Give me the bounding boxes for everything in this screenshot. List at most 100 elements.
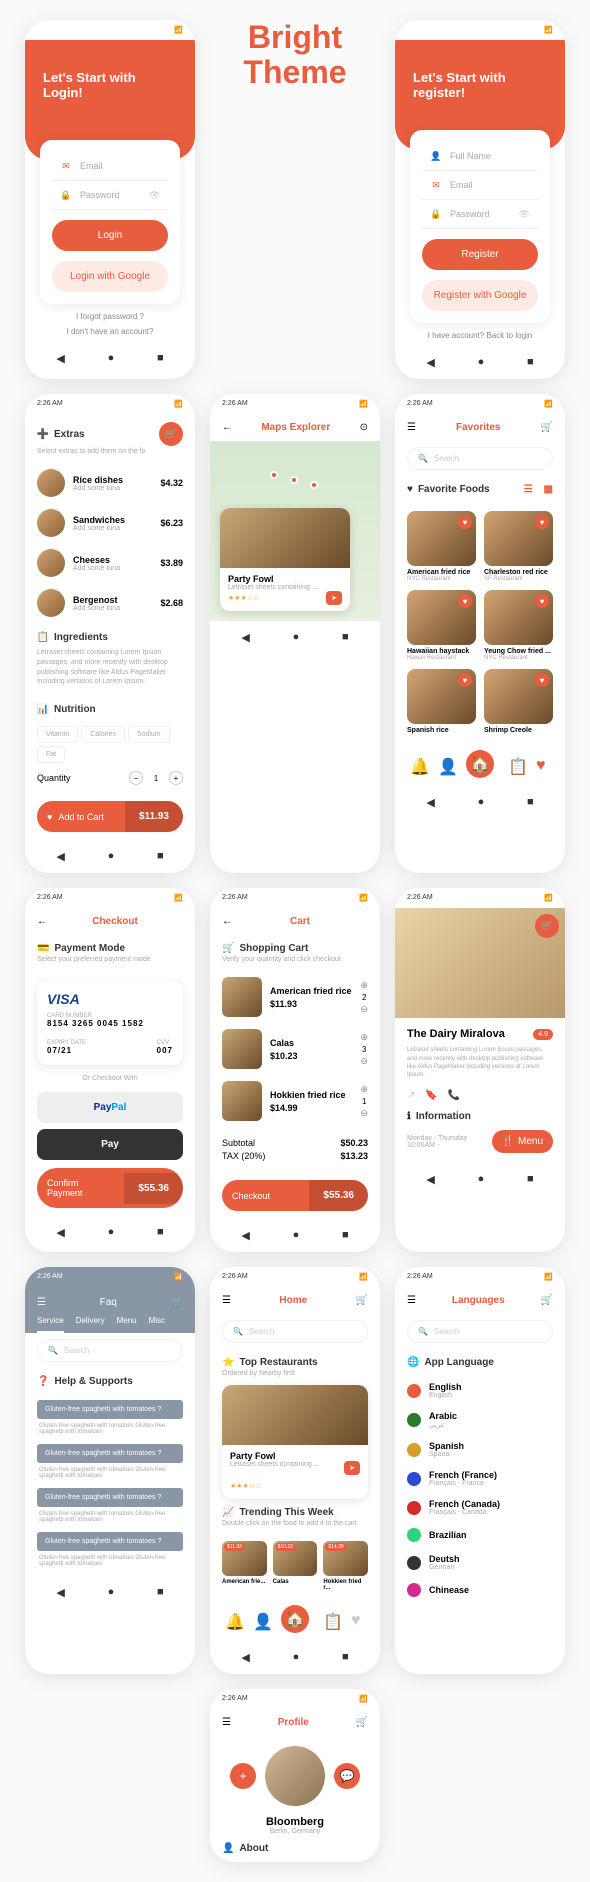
tab-profile[interactable]: 👤 [253,1612,267,1626]
back-icon[interactable]: ← [222,422,232,433]
menu-icon[interactable]: ☰ [407,422,416,433]
minus-button[interactable]: ⊖ [360,1004,368,1015]
language-item[interactable]: DeutshGerman [395,1548,565,1577]
credit-card[interactable]: VISA CARD NUMBER8154 3265 0045 1582 EXPI… [37,981,183,1065]
name-field[interactable]: 👤Full Name [422,142,538,171]
call-icon[interactable]: 📞 [448,1090,460,1101]
tab-notifications[interactable]: 🔔 [225,1612,239,1626]
extra-item[interactable]: SandwichesAdd some tuna$6.23 [25,503,195,543]
extra-item[interactable]: BergenostAdd some tuna$2.68 [25,583,195,623]
cart-icon[interactable]: 🛒 [356,1717,368,1728]
back-icon[interactable]: ← [222,916,232,927]
faq-item[interactable]: Gluten-free spaghetti with tomatoes ?Glu… [37,1400,183,1439]
eye-icon[interactable]: 👁 [519,209,530,220]
heart-icon[interactable]: ♥ [458,594,472,608]
search-input[interactable]: 🔍Search [37,1339,183,1362]
cart-icon[interactable]: 🛒 [541,1295,553,1306]
language-item[interactable]: Arabicعربي [395,1405,565,1435]
faq-tab[interactable]: Delivery [76,1316,105,1333]
confirm-button[interactable]: Confirm Payment$55.36 [37,1168,183,1208]
menu-icon[interactable]: ☰ [222,1295,231,1306]
tab-home[interactable]: 🏠 [281,1605,309,1633]
signup-link[interactable]: I don't have an account? [25,327,195,336]
food-card[interactable]: ♥Spanish rice [407,669,476,734]
tab-notifications[interactable]: 🔔 [410,757,424,771]
list-view-icon[interactable]: ☰ [524,484,533,495]
password-field[interactable]: 🔒Password👁 [52,181,168,210]
minus-button[interactable]: ⊖ [360,1056,368,1067]
add-button[interactable]: + [230,1763,256,1789]
food-card[interactable]: ♥Hawaiian haystackHawaii Restaurant [407,590,476,661]
tab-profile[interactable]: 👤 [438,757,452,771]
menu-icon[interactable]: ☰ [407,1295,416,1306]
language-item[interactable]: SpanishSpana [395,1435,565,1464]
share-icon[interactable]: ↗ [407,1090,415,1101]
tab-favorites[interactable]: ♥ [536,757,550,771]
menu-icon[interactable]: ☰ [222,1717,231,1728]
plus-button[interactable]: ⊕ [360,1084,368,1095]
back-login-link[interactable]: I have account? Back to login [395,331,565,340]
trend-item[interactable]: $10.23Calas [273,1541,318,1591]
nutrition-chip[interactable]: Vitamin [37,726,78,743]
cart-icon[interactable]: 🛒 [541,422,553,433]
bookmark-icon[interactable]: 🔖 [425,1090,437,1101]
map-card[interactable]: Party FowlLetraset sheets containing ...… [220,508,350,611]
heart-icon[interactable]: ♥ [535,594,549,608]
trend-item[interactable]: $14.99Hokkien fried r... [323,1541,368,1591]
map-view[interactable]: Party FowlLetraset sheets containing ...… [210,441,380,621]
food-card[interactable]: ♥American fried riceNYC Restaurant [407,511,476,582]
minus-button[interactable]: ⊖ [360,1108,368,1119]
faq-item[interactable]: Gluten-free spaghetti with tomatoes ?Glu… [37,1532,183,1571]
tab-orders[interactable]: 📋 [323,1612,337,1626]
tab-home[interactable]: 🏠 [466,750,494,778]
add-cart-button[interactable]: ♥Add to Cart$11.93 [37,801,183,832]
extra-item[interactable]: Rice dishesAdd some tuna$4.32 [25,463,195,503]
password-field[interactable]: 🔒Password👁 [422,200,538,229]
search-input[interactable]: 🔍Search [407,1320,553,1343]
heart-icon[interactable]: ♥ [458,673,472,687]
nutrition-chip[interactable]: Fat [37,746,65,763]
language-item[interactable]: Chinease [395,1577,565,1603]
eye-icon[interactable]: 👁 [149,190,160,201]
nutrition-chip[interactable]: Sodium [128,726,170,743]
tab-orders[interactable]: 📋 [508,757,522,771]
language-item[interactable]: French (France)Français - France [395,1464,565,1493]
nutrition-chip[interactable]: Calories [81,726,125,743]
applepay-button[interactable]: Pay [37,1129,183,1160]
food-card[interactable]: ♥Shrimp Creole [484,669,553,734]
plus-button[interactable]: ⊕ [360,1032,368,1043]
search-input[interactable]: 🔍Search [222,1320,368,1343]
directions-icon[interactable]: ➤ [326,591,342,605]
directions-icon[interactable]: ➤ [344,1461,360,1475]
tab-favorites[interactable]: ♥ [351,1612,365,1626]
extra-item[interactable]: CheesesAdd some tuna$3.89 [25,543,195,583]
message-button[interactable]: 💬 [334,1763,360,1789]
cart-icon[interactable]: 🛒 [356,1295,368,1306]
register-button[interactable]: Register [422,239,538,270]
menu-icon[interactable]: ☰ [37,1297,46,1308]
email-field[interactable]: ✉Email [422,171,538,200]
back-icon[interactable]: ← [37,916,47,927]
heart-icon[interactable]: ♥ [458,515,472,529]
minus-button[interactable]: − [129,771,143,785]
food-card[interactable]: ♥Yeung Chow fried ...NYC Restaurant [484,590,553,661]
my-location-icon[interactable]: ⊙ [360,422,368,433]
cart-icon[interactable]: 🛒 [171,1297,183,1308]
google-register-button[interactable]: Register with Google [422,280,538,311]
login-button[interactable]: Login [52,220,168,251]
faq-item[interactable]: Gluten-free spaghetti with tomatoes ?Glu… [37,1444,183,1483]
language-item[interactable]: French (Canada)Français - Canada [395,1493,565,1522]
search-input[interactable]: 🔍Search [407,447,553,470]
plus-button[interactable]: + [169,771,183,785]
checkout-button[interactable]: Checkout$55.36 [222,1180,368,1211]
language-item[interactable]: EnglishEnglish [395,1376,565,1405]
google-login-button[interactable]: Login with Google [52,261,168,292]
faq-tab[interactable]: Service [37,1316,64,1333]
avatar[interactable] [265,1746,325,1806]
faq-item[interactable]: Gluten-free spaghetti with tomatoes ?Glu… [37,1488,183,1527]
forgot-link[interactable]: I forgot password ? [25,312,195,321]
menu-button[interactable]: 🍴Menu [492,1130,553,1153]
paypal-button[interactable]: PayPal [37,1092,183,1123]
food-card[interactable]: ♥Charleston red riceSF Restaurant [484,511,553,582]
grid-view-icon[interactable]: ▦ [544,484,553,495]
